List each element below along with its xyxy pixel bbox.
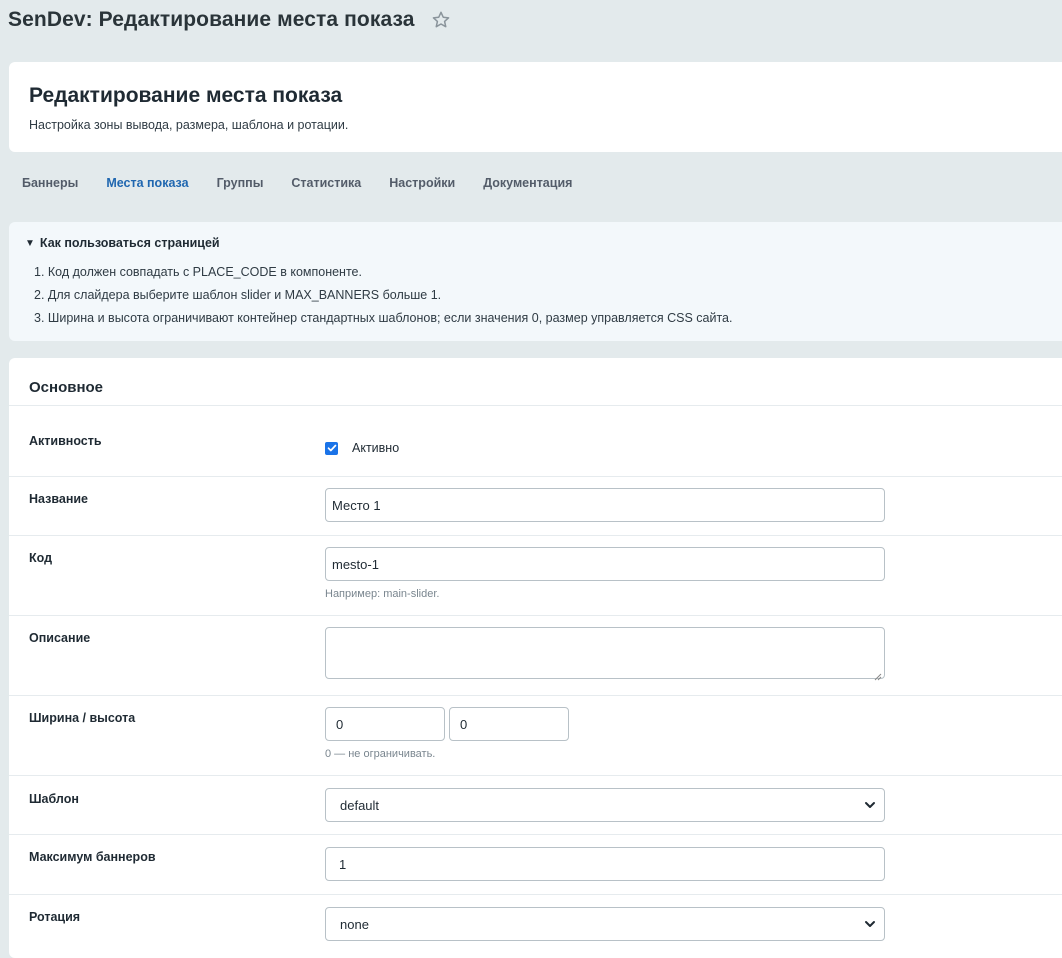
name-label: Название: [29, 492, 89, 506]
max-banners-field: [325, 847, 885, 881]
header-subtitle: Настройка зоны вывода, размера, шаблона …: [29, 118, 349, 132]
section-title: Основное: [9, 358, 1062, 406]
tab-documentation[interactable]: Документация: [483, 176, 572, 194]
max-banners-label: Максимум баннеров: [29, 850, 156, 864]
tab-settings[interactable]: Настройки: [389, 176, 455, 194]
rotation-label: Ротация: [29, 910, 81, 924]
header-title: Редактирование места показа: [29, 84, 343, 107]
row-rotation: Ротация none: [9, 895, 1062, 958]
resize-grip-icon[interactable]: [874, 668, 882, 681]
code-label: Код: [29, 551, 53, 565]
help-summary[interactable]: ▼ Как пользоваться страницей: [25, 236, 1046, 250]
template-select[interactable]: default: [325, 788, 885, 822]
help-summary-label: Как пользоваться страницей: [39, 236, 220, 250]
form-card: Основное Активность Активно Название Код…: [9, 358, 1062, 958]
row-code: Код Например: main-slider.: [9, 536, 1062, 616]
help-item: 3. Ширина и высота ограничивают контейне…: [34, 311, 733, 325]
active-checkbox-label: Активно: [352, 441, 400, 455]
name-field: [325, 488, 885, 522]
active-checkbox[interactable]: [325, 441, 338, 455]
row-template: Шаблон default: [9, 776, 1062, 835]
rotation-field: none: [325, 907, 885, 941]
rotation-select[interactable]: none: [325, 907, 885, 941]
row-name: Название: [9, 477, 1062, 536]
size-label: Ширина / высота: [29, 711, 136, 725]
page-title: SenDev: Редактирование места показа: [8, 8, 415, 31]
chevron-down-icon: [864, 799, 876, 811]
chevron-down-icon: [864, 918, 876, 930]
width-input[interactable]: [325, 707, 445, 741]
row-max-banners: Максимум баннеров: [9, 835, 1062, 895]
star-icon[interactable]: [431, 10, 451, 30]
help-item: 2. Для слайдера выберите шаблон slider и…: [34, 288, 442, 302]
active-field: Активно: [325, 441, 399, 455]
row-size: Ширина / высота 0 — не ограничивать.: [9, 696, 1062, 776]
description-textarea[interactable]: [325, 627, 885, 679]
template-label: Шаблон: [29, 792, 79, 806]
help-item: 1. Код должен совпадать с PLACE_CODE в к…: [34, 265, 362, 279]
description-label: Описание: [29, 631, 91, 645]
tab-groups[interactable]: Группы: [217, 176, 264, 194]
name-input[interactable]: [325, 488, 885, 522]
tab-banners[interactable]: Баннеры: [22, 176, 78, 194]
active-label: Активность: [29, 434, 102, 448]
page-title-row: SenDev: Редактирование места показа: [8, 5, 451, 35]
code-field: Например: main-slider.: [325, 547, 885, 600]
code-hint: Например: main-slider.: [325, 588, 440, 600]
size-hint: 0 — не ограничивать.: [325, 748, 436, 760]
tab-statistics[interactable]: Статистика: [291, 176, 361, 194]
description-field: [325, 627, 885, 681]
max-banners-input[interactable]: [325, 847, 885, 881]
tabs-nav: Баннеры Места показа Группы Статистика Н…: [22, 176, 600, 194]
header-card: Редактирование места показа Настройка зо…: [9, 62, 1062, 152]
size-field: 0 — не ограничивать.: [325, 707, 569, 760]
row-description: Описание: [9, 616, 1062, 696]
row-active: Активность Активно: [9, 406, 1062, 477]
height-input[interactable]: [449, 707, 569, 741]
help-list: 1. Код должен совпадать с PLACE_CODE в к…: [25, 261, 1046, 330]
triangle-down-icon: ▼: [25, 237, 35, 249]
template-select-value: default: [340, 797, 380, 813]
tab-places[interactable]: Места показа: [106, 176, 188, 194]
help-box: ▼ Как пользоваться страницей 1. Код долж…: [9, 222, 1062, 341]
rotation-select-value: none: [340, 916, 369, 932]
code-input[interactable]: [325, 547, 885, 581]
template-field: default: [325, 788, 885, 822]
